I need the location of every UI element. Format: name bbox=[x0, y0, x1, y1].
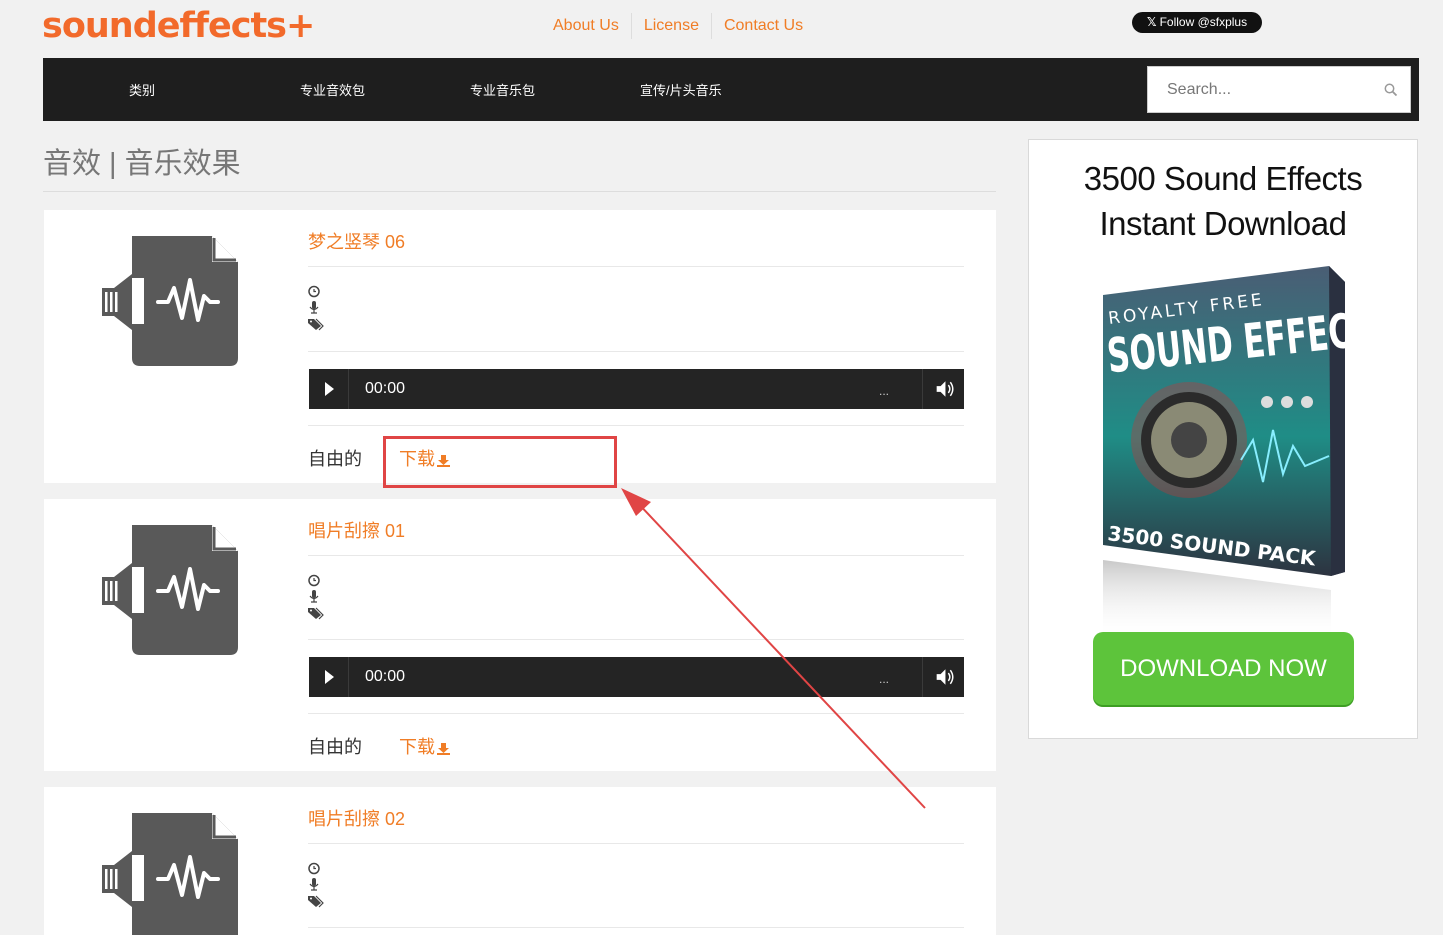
annotation-arrow bbox=[621, 488, 926, 809]
